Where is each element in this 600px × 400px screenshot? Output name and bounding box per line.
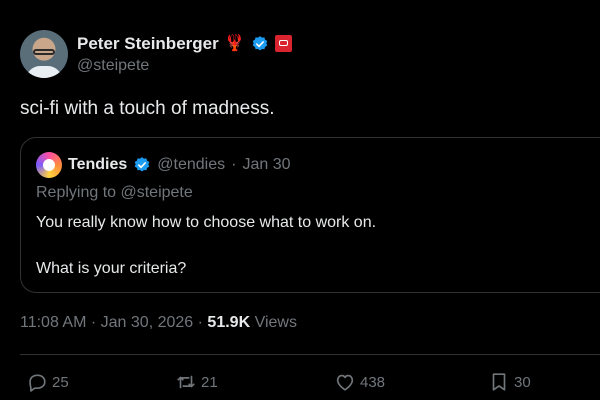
tweet-text: sci-fi with a touch of madness. [20,98,275,119]
heart-icon [336,374,354,391]
verified-badge-icon [135,157,150,172]
quote-replying-to: Replying to @steipete [36,184,193,201]
reply-count: 25 [52,373,69,391]
views-count[interactable]: 51.9K [207,314,250,331]
avatar-glasses [33,49,55,55]
quote-separator: · [231,156,237,173]
like-button[interactable]: 438 [334,368,385,396]
action-bar: 25 21 438 30 [0,368,600,396]
repost-count: 21 [201,373,218,391]
reply-icon [29,374,46,392]
reply-button[interactable]: 25 [26,368,69,396]
bookmark-count: 30 [514,373,531,391]
repost-icon [177,375,195,389]
like-count: 438 [360,373,386,391]
repost-button[interactable]: 21 [175,368,218,396]
quote-avatar[interactable] [36,152,62,178]
quote-author-handle[interactable]: @tendies [157,156,225,174]
bookmark-button[interactable]: 30 [488,368,531,396]
meta-separator: · [90,314,97,331]
quote-header: Tendies @tendies · Jan 30 [36,152,291,178]
meta-separator: · [197,314,203,331]
author-name[interactable]: Peter Steinberger [77,34,219,54]
author-handle[interactable]: @steipete [77,57,292,75]
author-header: Peter Steinberger 🦞 @steipete [20,28,292,80]
tweet-date[interactable]: Jan 30, 2026 [101,314,194,331]
quote-date[interactable]: Jan 30 [242,156,290,174]
divider [20,354,600,355]
quote-text-line-1: You really know how to choose what to wo… [36,214,377,231]
tweet-meta: 11:08 AM · Jan 30, 2026 · 51.9K Views [20,314,297,332]
views-label: Views [254,314,297,331]
verified-badge-icon [252,35,267,51]
author-text: Peter Steinberger 🦞 @steipete [77,34,292,75]
tweet-time[interactable]: 11:08 AM [20,314,86,331]
quoted-tweet[interactable]: Tendies @tendies · Jan 30 Replying to @s… [20,137,600,293]
affiliate-badge-icon [274,35,292,52]
author-name-row: Peter Steinberger 🦞 [77,34,292,54]
quote-author-name[interactable]: Tendies [68,156,127,174]
quote-text-line-2: What is your criteria? [36,260,187,277]
author-avatar[interactable] [20,30,68,78]
bookmark-icon [492,373,506,391]
avatar-shirt [26,66,62,78]
lobster-icon: 🦞 [224,34,245,52]
